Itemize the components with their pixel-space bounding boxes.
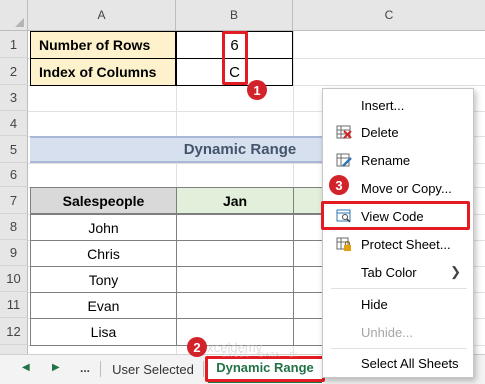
row-header (0, 345, 28, 354)
row-number: 11 (6, 297, 21, 312)
excel-window: A B C 1 2 3 4 5 6 7 8 9 10 11 12 Number … (0, 0, 485, 384)
column-header-c[interactable]: C (293, 0, 485, 31)
row-number: 6 (9, 167, 18, 182)
tab-user-selected[interactable]: User Selected (104, 355, 202, 383)
tab-overflow-ellipsis[interactable]: ... (80, 361, 90, 375)
menu-item-label: Protect Sheet... (361, 236, 451, 252)
menu-item-select-all-sheets[interactable]: Select All Sheets (323, 350, 473, 376)
table-cell-name[interactable]: Tony (30, 266, 177, 293)
chevron-right-icon: ❯ (450, 264, 461, 279)
column-label: C (384, 8, 394, 22)
row-number: 5 (9, 141, 18, 157)
menu-item-insert[interactable]: Insert... (323, 92, 473, 118)
row-header[interactable]: 11 (0, 292, 28, 318)
row-header[interactable]: 6 (0, 163, 28, 187)
row-header[interactable]: 7 (0, 187, 28, 214)
column-header-a[interactable]: A (28, 0, 176, 31)
row-header[interactable]: 8 (0, 214, 28, 240)
row-number: 8 (9, 219, 18, 234)
table-cell-name[interactable]: Chris (30, 240, 177, 267)
row-header[interactable]: 2 (0, 58, 28, 85)
header-jan[interactable]: Jan (176, 187, 294, 214)
row-header[interactable]: 9 (0, 240, 28, 266)
row-header[interactable]: 1 (0, 31, 28, 58)
watermark-tagline: EXCEL · DATA · BI (222, 352, 298, 359)
menu-separator (331, 348, 467, 349)
menu-item-label: Rename (361, 152, 411, 168)
row-number: 2 (9, 63, 18, 79)
column-label: A (97, 8, 106, 22)
menu-item-label: Unhide... (361, 324, 414, 340)
menu-item-label: Tab Color (361, 264, 417, 280)
menu-item-delete[interactable]: Delete (323, 119, 473, 145)
menu-item-label: Hide (361, 296, 388, 312)
row-header[interactable]: 5 (0, 136, 28, 163)
menu-item-tab-color[interactable]: Tab Color ❯ (323, 259, 473, 285)
select-all-corner[interactable] (0, 0, 28, 31)
scroll-tabs-right-icon[interactable]: ▶ (52, 362, 60, 373)
column-header-b[interactable]: B (176, 0, 293, 31)
rename-icon (336, 152, 352, 168)
view-code-highlight-box (321, 201, 470, 230)
row-header[interactable]: 3 (0, 85, 28, 111)
table-cell[interactable] (176, 292, 294, 319)
annotation-badge-2: 2 (187, 337, 207, 357)
row-header[interactable]: 4 (0, 111, 28, 136)
row-number: 9 (9, 245, 18, 260)
rows-label-cell[interactable]: Number of Rows (30, 31, 176, 59)
menu-item-protect-sheet[interactable]: Protect Sheet... (323, 231, 473, 257)
table-cell-name[interactable]: Lisa (30, 318, 177, 346)
row-number: 3 (9, 90, 18, 105)
header-salespeople[interactable]: Salespeople (30, 187, 177, 214)
table-cell[interactable] (176, 240, 294, 267)
row-number: 7 (9, 192, 18, 208)
delete-sheet-icon (336, 124, 352, 140)
menu-item-hide[interactable]: Hide (323, 291, 473, 317)
table-cell-name[interactable]: John (30, 214, 177, 241)
row-number: 1 (9, 36, 18, 52)
sheet-context-menu: Insert... Delete Rename Move or Copy... … (322, 88, 474, 378)
table-cell[interactable] (176, 214, 294, 241)
menu-item-label: Insert... (361, 97, 405, 113)
scroll-tabs-left-icon[interactable]: ◀ (22, 362, 30, 373)
menu-item-unhide: Unhide... (323, 319, 473, 345)
menu-item-label: Delete (361, 124, 399, 140)
menu-item-label: Move or Copy... (361, 180, 452, 196)
menu-item-label: Select All Sheets (361, 355, 459, 371)
exceldemy-watermark: exceldemy EXCEL · DATA · BI (200, 340, 320, 366)
menu-item-rename[interactable]: Rename (323, 147, 473, 173)
row-number: 10 (6, 271, 21, 286)
annotation-badge-1: 1 (247, 80, 267, 100)
row-number: 4 (9, 115, 18, 131)
annotation-badge-3: 3 (329, 175, 349, 195)
row-number: 12 (6, 323, 21, 339)
table-cell-name[interactable]: Evan (30, 292, 177, 319)
cols-label-cell[interactable]: Index of Columns (30, 58, 176, 86)
table-cell[interactable] (176, 266, 294, 293)
menu-separator (331, 288, 467, 289)
tab-separator (100, 361, 101, 377)
row-header[interactable]: 10 (0, 266, 28, 292)
protect-sheet-icon (336, 236, 352, 252)
column-label: B (229, 8, 238, 22)
value-highlight-box (222, 31, 248, 85)
row-header[interactable]: 12 (0, 318, 28, 345)
